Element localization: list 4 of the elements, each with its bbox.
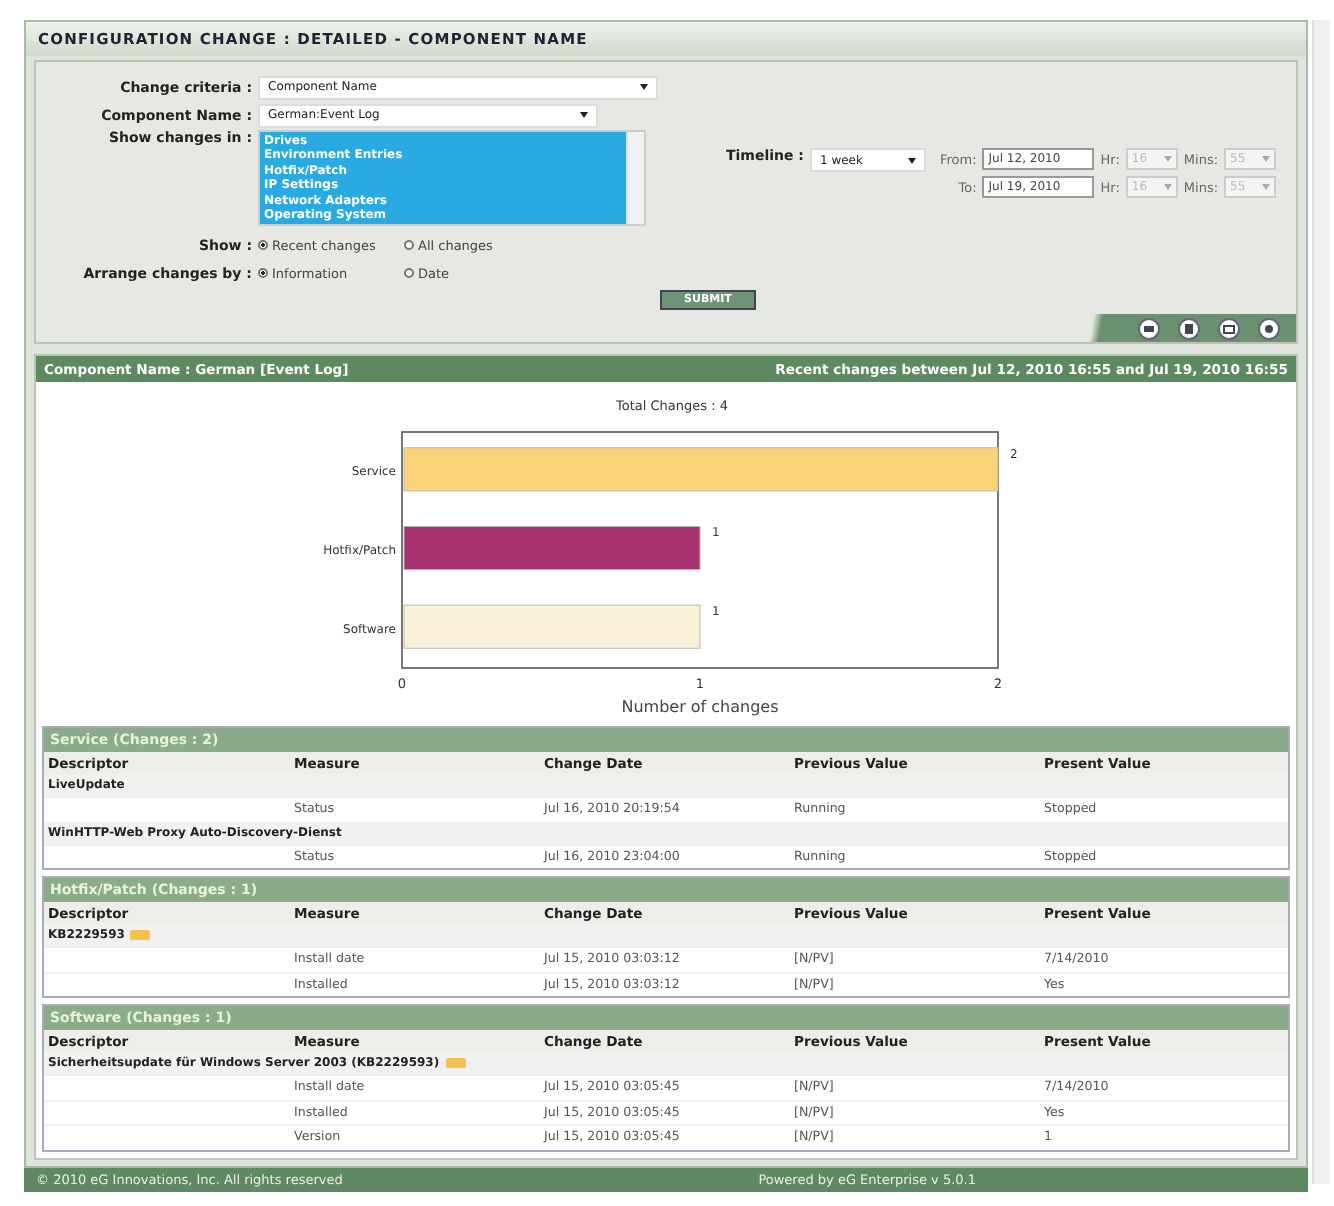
- axis-title: Number of changes: [621, 698, 779, 716]
- caret-icon: [907, 157, 916, 163]
- caret-icon: [640, 84, 648, 90]
- caret-icon: [580, 112, 588, 118]
